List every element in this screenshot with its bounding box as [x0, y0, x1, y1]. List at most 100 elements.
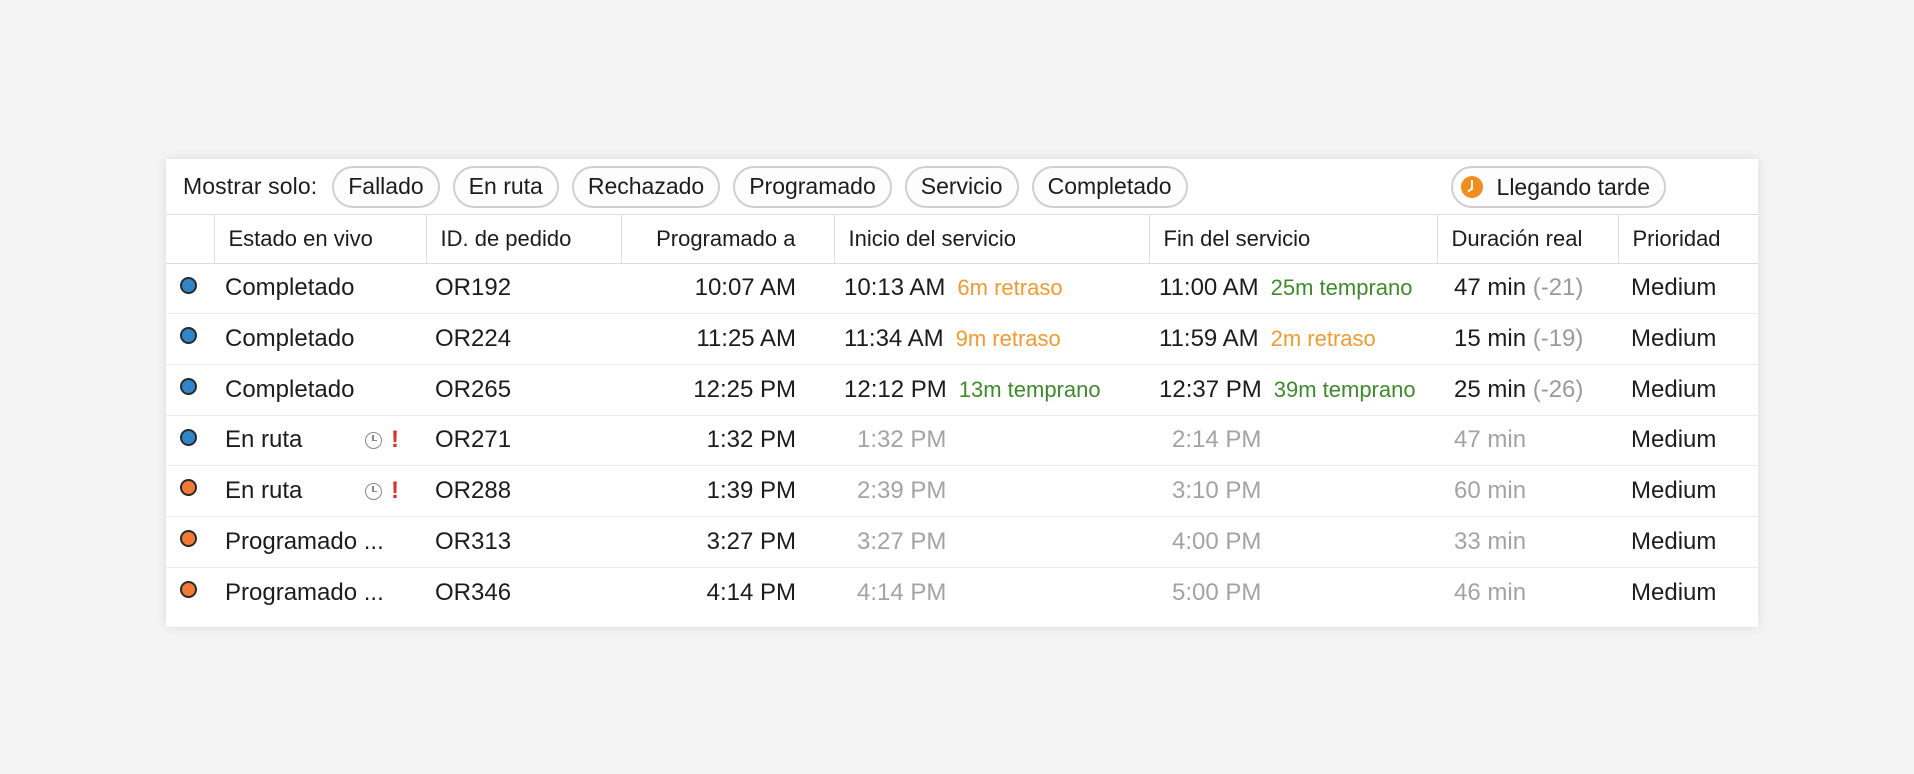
table-row[interactable]: Completado OR224 11:25 AM 11:34 AM 9m retras… — [166, 313, 1758, 365]
status-dot — [180, 377, 197, 395]
priority-cell: Medium — [1618, 364, 1758, 416]
service-start-cell: 2:39 PM — [834, 465, 1149, 517]
filter-chip-en-ruta[interactable]: En ruta — [452, 165, 559, 208]
service-end-cell: 2:14 PM — [1149, 415, 1437, 467]
service-end-time: 4:00 PM — [1172, 527, 1262, 555]
orders-table: Estado en vivo ID. de pedido Programado … — [166, 215, 1758, 618]
service-start-note: 6m retraso — [957, 275, 1063, 301]
service-start-cell: 11:34 AM 9m retraso — [834, 313, 1149, 365]
status-text: Programado ... — [225, 578, 384, 606]
service-end-time: 5:00 PM — [1172, 578, 1262, 606]
service-end-time: 12:37 PM — [1159, 375, 1262, 403]
status-dot — [180, 529, 197, 547]
service-start-time: 2:39 PM — [857, 477, 947, 505]
service-start-time: 3:27 PM — [857, 527, 947, 555]
column-header-indicator — [166, 215, 214, 264]
column-header-estado[interactable]: Estado en vivo — [213, 215, 426, 264]
column-header-duracion[interactable]: Duración real — [1436, 215, 1618, 264]
duration-cell: 47 min (-21) — [1437, 263, 1618, 315]
order-id-cell[interactable]: OR313 — [426, 516, 621, 568]
scheduled-time-cell: 1:32 PM — [621, 415, 834, 467]
status-cell: Completado — [214, 263, 426, 315]
status-indicator-cell — [166, 313, 214, 365]
duration-value: 33 min — [1454, 527, 1527, 555]
table-row[interactable]: Completado OR192 10:07 AM 10:13 AM 6m retras… — [166, 263, 1758, 315]
column-header-fin[interactable]: Fin del servicio — [1148, 215, 1437, 264]
order-id-cell[interactable]: OR224 — [426, 313, 621, 365]
status-cell: Programado ... — [214, 567, 426, 618]
status-dot — [180, 479, 197, 497]
service-end-time: 3:10 PM — [1172, 477, 1262, 505]
order-id-cell[interactable]: OR192 — [426, 263, 621, 315]
filter-chip-llegando-tarde[interactable]: Llegando tarde — [1450, 166, 1666, 208]
filter-chip-servicio[interactable]: Servicio — [904, 165, 1019, 208]
column-header-id[interactable]: ID. de pedido — [425, 215, 621, 264]
order-id-cell[interactable]: OR265 — [426, 364, 621, 416]
status-text: Completado — [225, 325, 355, 353]
scheduled-time-cell: 3:27 PM — [621, 516, 834, 568]
status-text: Completado — [225, 375, 355, 403]
column-header-prioridad[interactable]: Prioridad — [1617, 215, 1758, 264]
duration-cell: 46 min — [1437, 567, 1618, 618]
table-row[interactable]: Programado ... OR346 4:14 PM 4:14 PM 5:00 PM… — [166, 567, 1758, 618]
service-start-note: 13m temprano — [958, 376, 1101, 402]
status-text: En ruta — [225, 477, 303, 505]
scheduled-time-cell: 1:39 PM — [621, 465, 834, 517]
duration-value: 15 min — [1454, 325, 1527, 353]
order-id-cell[interactable]: OR288 — [426, 465, 621, 517]
order-id-cell[interactable]: OR346 — [426, 567, 621, 618]
status-cell: Programado ... — [214, 516, 426, 568]
table-row[interactable]: Programado ... OR313 3:27 PM 3:27 PM 4:00 PM… — [166, 516, 1758, 568]
duration-cell: 33 min — [1437, 516, 1618, 568]
service-end-note: 2m retraso — [1270, 326, 1376, 352]
status-indicator-cell — [166, 465, 214, 517]
service-start-time: 12:12 PM — [844, 375, 947, 403]
order-id-cell[interactable]: OR271 — [426, 415, 621, 467]
service-start-cell: 4:14 PM — [834, 567, 1149, 618]
table-row[interactable]: En ruta! OR288 1:39 PM 2:39 PM 3:10 PM 60 min… — [166, 465, 1758, 517]
service-end-time: 11:59 AM — [1159, 325, 1259, 353]
column-header-programado[interactable]: Programado a — [620, 215, 834, 264]
table-row[interactable]: Completado OR265 12:25 PM 12:12 PM 13m tempr… — [166, 364, 1758, 416]
filter-chip-fallado[interactable]: Fallado — [332, 165, 440, 208]
status-dot — [180, 276, 197, 294]
status-dot — [180, 428, 197, 446]
duration-diff: (-21) — [1532, 274, 1584, 302]
duration-diff: (-26) — [1532, 375, 1584, 403]
service-end-cell: 5:00 PM — [1149, 567, 1437, 618]
filter-chip-rechazado[interactable]: Rechazado — [571, 165, 721, 208]
service-end-note: 39m temprano — [1273, 376, 1416, 402]
duration-value: 60 min — [1454, 477, 1527, 505]
priority-cell: Medium — [1618, 465, 1758, 517]
filter-chip-completado[interactable]: Completado — [1031, 165, 1188, 208]
duration-cell: 47 min — [1437, 415, 1618, 467]
status-dot — [180, 327, 197, 345]
filter-bar: Mostrar solo: Fallado En ruta Rechazado … — [166, 159, 1758, 215]
status-dot — [180, 580, 197, 598]
service-end-cell: 11:00 AM 25m temprano — [1149, 263, 1437, 315]
status-indicator-cell — [166, 567, 214, 618]
filter-chip-late-label: Llegando tarde — [1496, 173, 1650, 200]
table-row[interactable]: En ruta! OR271 1:32 PM 1:32 PM 2:14 PM 47 min… — [166, 415, 1758, 467]
filter-chip-programado[interactable]: Programado — [733, 165, 892, 208]
status-indicator-cell — [166, 364, 214, 416]
scheduled-time-cell: 4:14 PM — [706, 578, 796, 606]
clock-icon — [1460, 176, 1483, 198]
scheduled-time-cell: 10:07 AM — [621, 263, 834, 315]
exclamation-icon: ! — [391, 426, 399, 454]
filter-label: Mostrar solo: — [183, 173, 318, 199]
service-end-cell: 3:10 PM — [1149, 465, 1437, 517]
duration-value: 25 min — [1454, 375, 1527, 403]
clock-icon — [365, 482, 382, 500]
status-text: En ruta — [225, 426, 303, 454]
exclamation-icon: ! — [391, 477, 399, 505]
column-header-inicio[interactable]: Inicio del servicio — [833, 215, 1149, 264]
status-cell: En ruta! — [214, 465, 426, 517]
duration-cell: 15 min (-19) — [1437, 313, 1618, 365]
service-start-cell: 3:27 PM — [834, 516, 1149, 568]
service-start-cell: 1:32 PM — [834, 415, 1149, 467]
status-indicator-cell — [166, 415, 214, 467]
scheduled-time-cell: 12:25 PM — [621, 364, 834, 416]
table-header-row: Estado en vivo ID. de pedido Programado … — [166, 215, 1758, 264]
status-flags: ! — [365, 479, 399, 503]
